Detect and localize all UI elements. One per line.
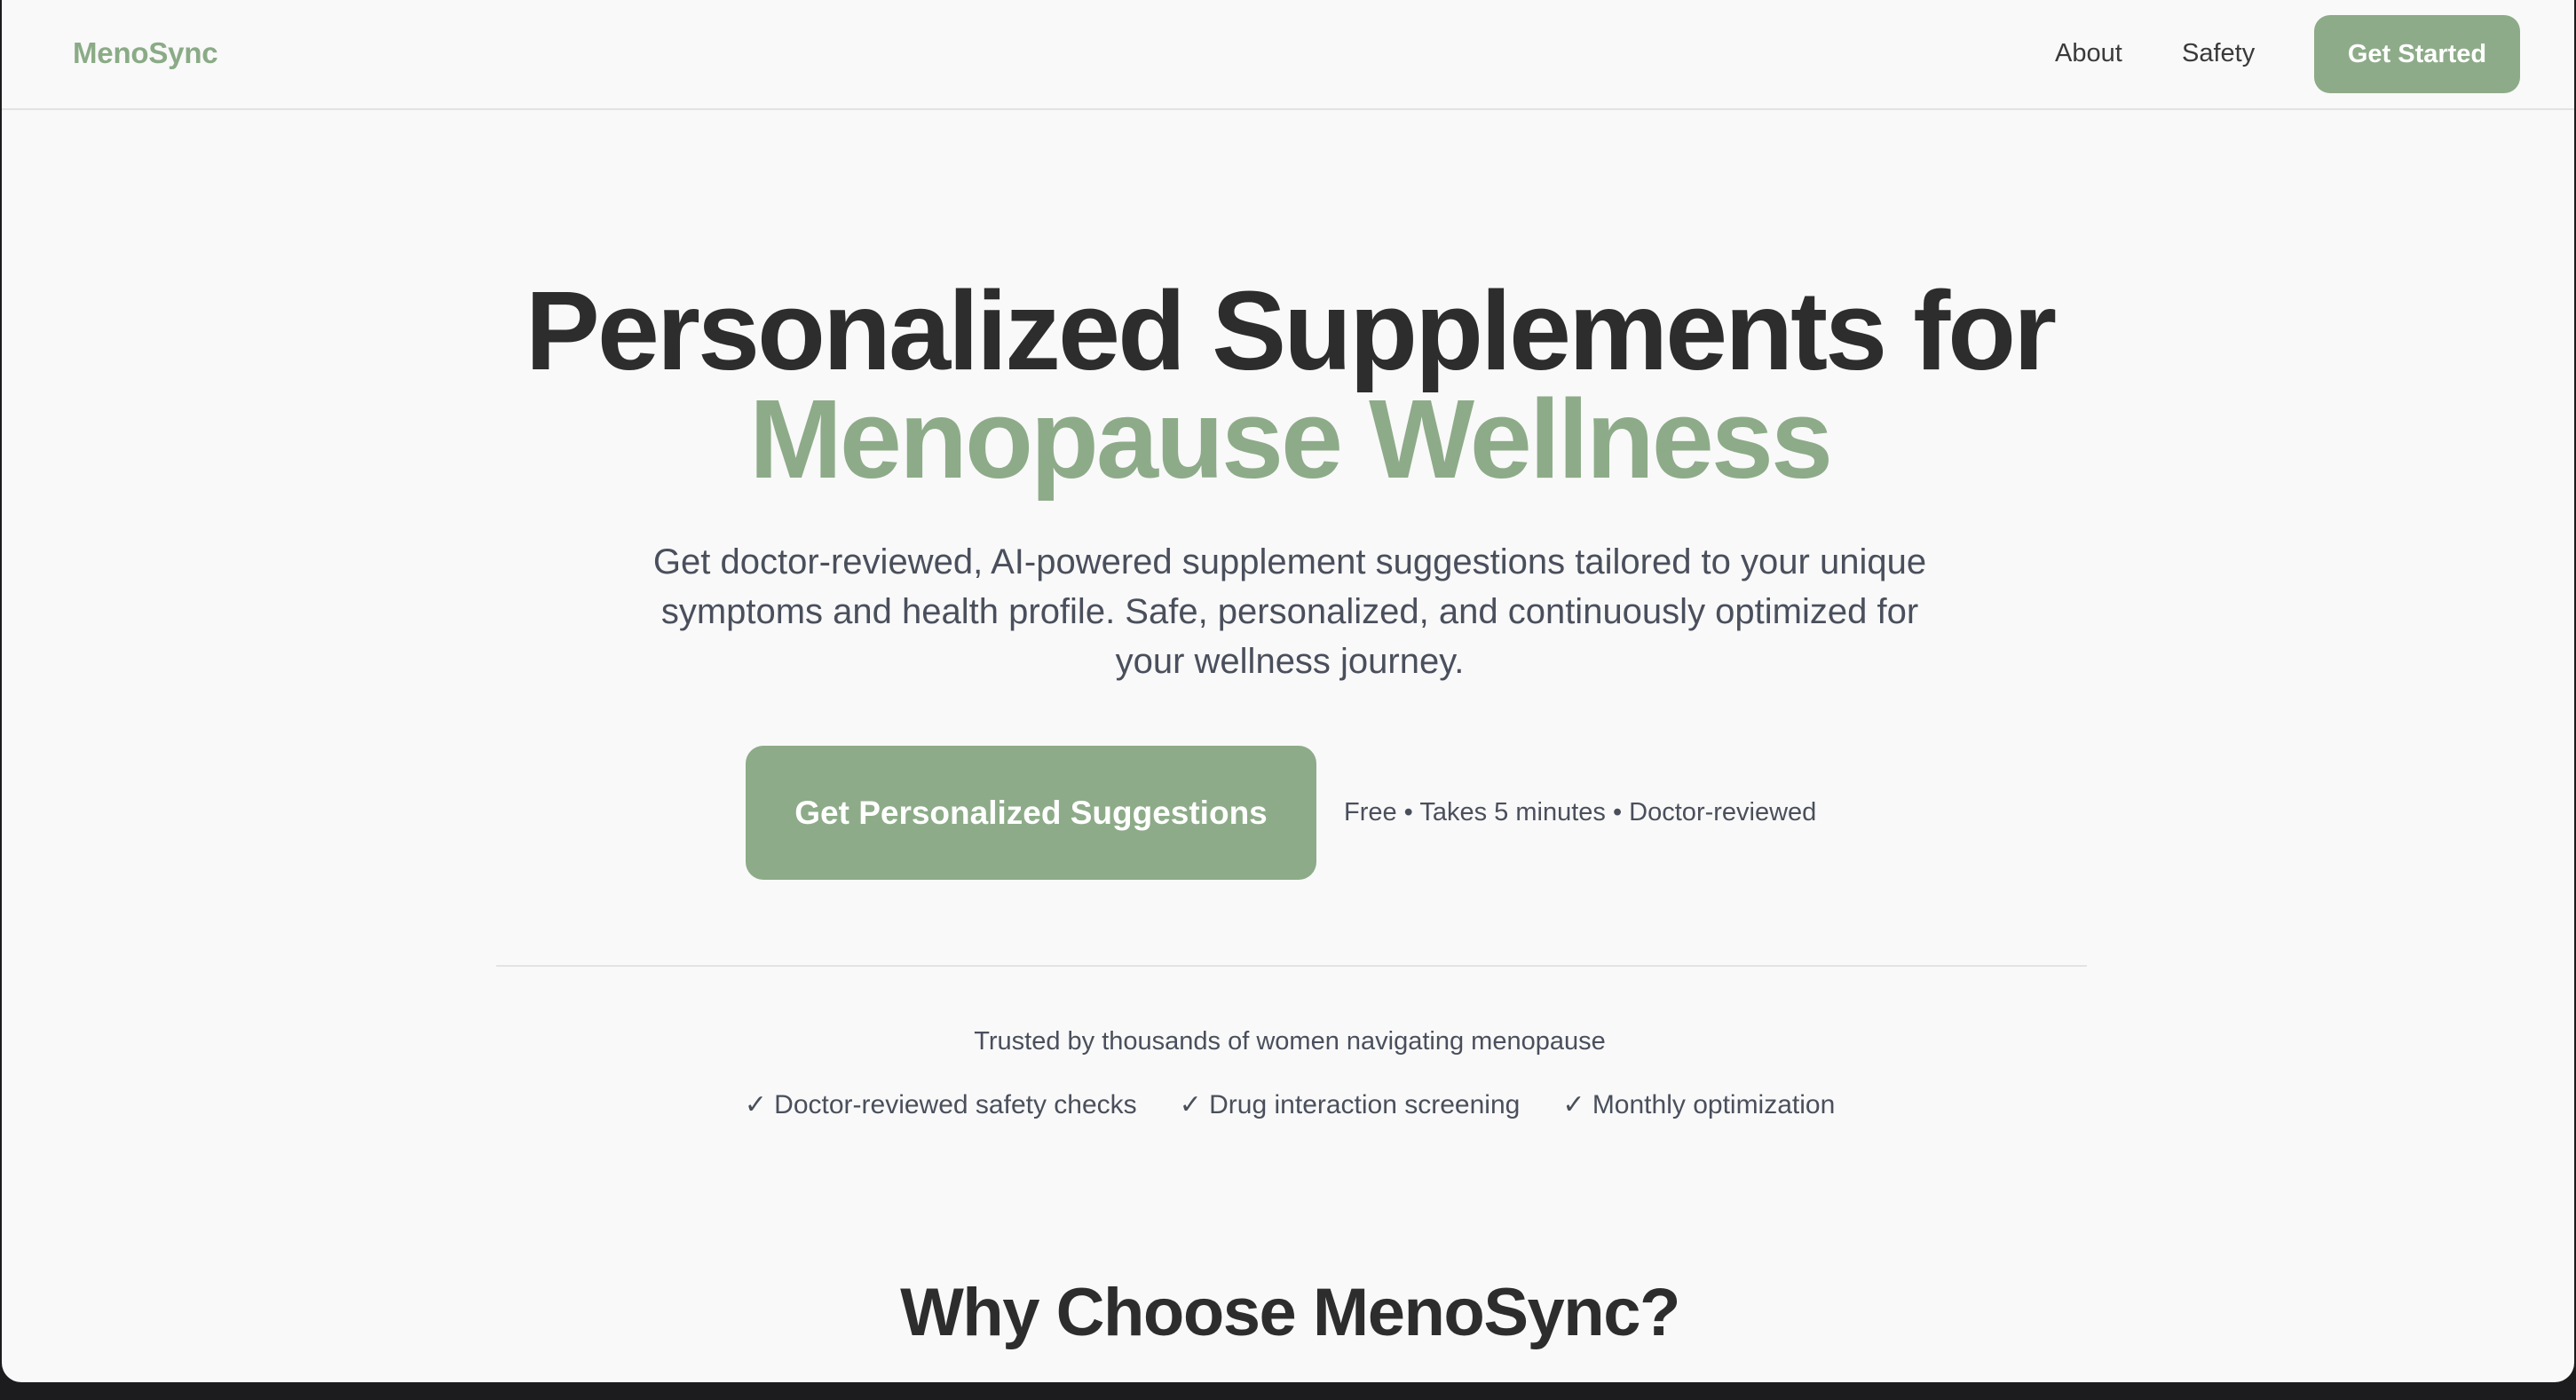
- brand-logo[interactable]: MenoSync: [73, 34, 218, 73]
- hero-subtitle: Get doctor-reviewed, AI-powered suppleme…: [652, 542, 1927, 681]
- hero-title-line2: Menopause Wellness: [748, 376, 1833, 502]
- get-started-button[interactable]: Get Started: [2314, 15, 2520, 93]
- cta-note: Free • Takes 5 minutes • Doctor-reviewed: [1344, 798, 1817, 827]
- section-divider: [496, 965, 2087, 967]
- feature-list: ✓ Doctor-reviewed safety checks ✓ Drug i…: [2, 1088, 2574, 1123]
- why-choose-heading: Why Choose MenoSync?: [900, 1275, 1680, 1350]
- feature-item-safety-checks: ✓ Doctor-reviewed safety checks: [744, 1090, 1137, 1119]
- nav-link-safety[interactable]: Safety: [2182, 34, 2255, 73]
- feature-item-monthly-optimization: ✓ Monthly optimization: [1562, 1090, 1836, 1119]
- top-nav: MenoSync About Safety Get Started: [2, 0, 2574, 110]
- trust-statement: Trusted by thousands of women navigating…: [974, 1027, 1606, 1056]
- get-personalized-suggestions-button[interactable]: Get Personalized Suggestions: [746, 746, 1316, 880]
- browser-viewport: MenoSync About Safety Get Started Person…: [2, 0, 2574, 1382]
- nav-link-about[interactable]: About: [2055, 34, 2122, 73]
- hero-title-line1: Personalized Supplements for: [525, 268, 2057, 393]
- feature-item-drug-interaction: ✓ Drug interaction screening: [1179, 1090, 1521, 1119]
- hero-title: Personalized Supplements for Menopause W…: [2, 275, 2574, 495]
